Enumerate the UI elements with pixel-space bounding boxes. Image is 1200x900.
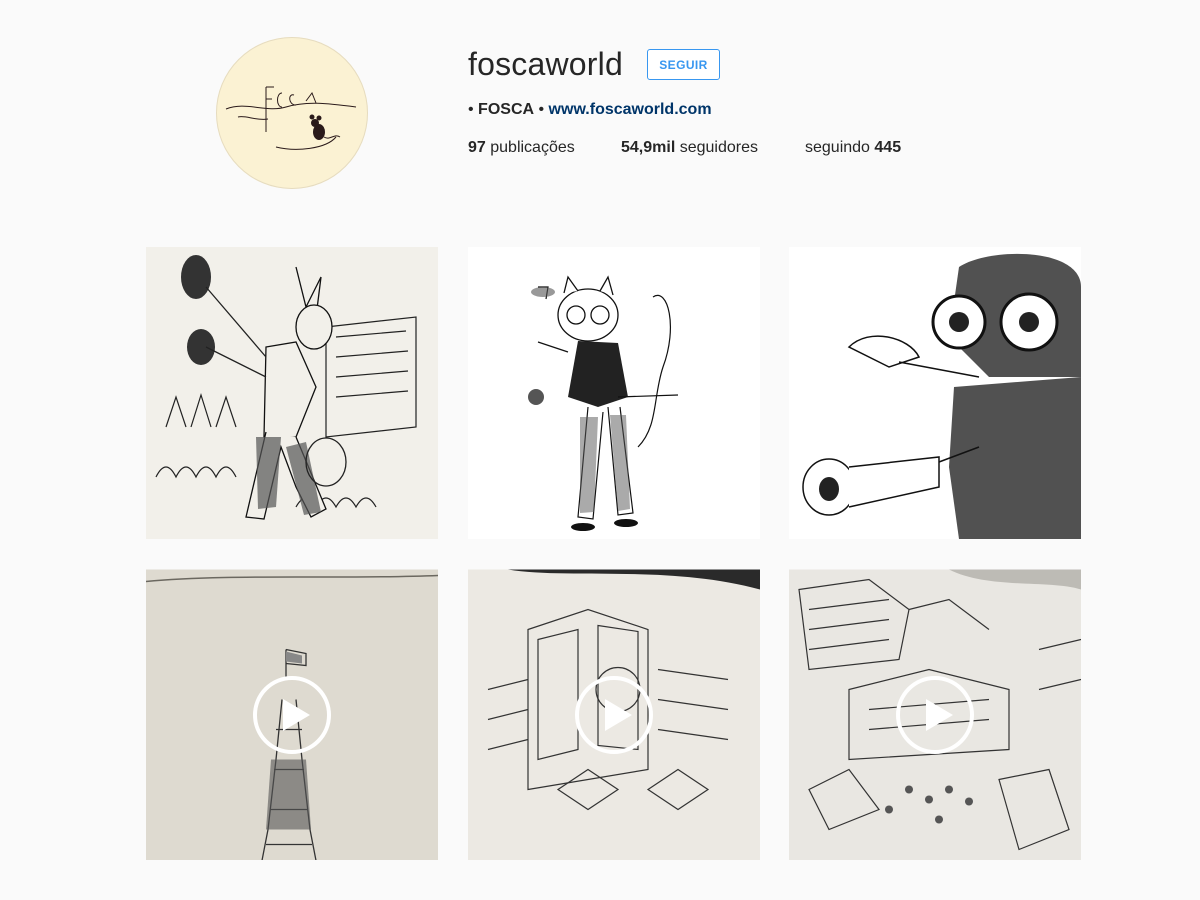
play-icon[interactable] <box>895 675 975 755</box>
profile-avatar[interactable] <box>216 37 368 189</box>
posts-count-stat: 97 publicações <box>468 137 575 159</box>
following-count: 445 <box>874 139 902 156</box>
post-tile-2[interactable] <box>468 247 760 539</box>
fosca-logo-icon <box>225 86 357 150</box>
followers-count: 54,9mil <box>621 139 676 156</box>
followers-count-link[interactable]: 54,9mil seguidores <box>621 137 758 159</box>
profile-page: foscaworld SEGUIR • FOSCA • www.foscawor… <box>0 0 1200 900</box>
play-icon[interactable] <box>252 675 332 755</box>
rabbit-ink-drawing-icon <box>146 247 438 539</box>
post-tile-6[interactable] <box>789 569 1081 860</box>
following-label: seguindo <box>805 139 870 156</box>
bio-website-link[interactable]: www.foscaworld.com <box>549 101 712 118</box>
post-tile-5[interactable] <box>468 569 760 860</box>
post-tile-1[interactable] <box>146 247 438 539</box>
profile-username: foscaworld <box>468 46 623 82</box>
follow-button[interactable]: SEGUIR <box>647 49 720 80</box>
play-icon[interactable] <box>574 675 654 755</box>
cat-ink-drawing-icon <box>468 247 760 539</box>
bio-full-name: FOSCA <box>478 101 535 118</box>
post-tile-3[interactable] <box>789 247 1081 539</box>
posts-grid <box>146 247 1081 860</box>
posts-count: 97 <box>468 139 486 156</box>
profile-bio: • FOSCA • www.foscaworld.com <box>468 99 712 121</box>
followers-label: seguidores <box>679 139 758 156</box>
bio-separator: • <box>534 101 549 118</box>
post-tile-4[interactable] <box>146 569 438 860</box>
mouse-ink-drawing-icon <box>789 247 1081 539</box>
posts-label: publicações <box>490 139 575 156</box>
bio-bullet: • <box>468 101 479 118</box>
following-count-link[interactable]: seguindo 445 <box>805 137 901 159</box>
